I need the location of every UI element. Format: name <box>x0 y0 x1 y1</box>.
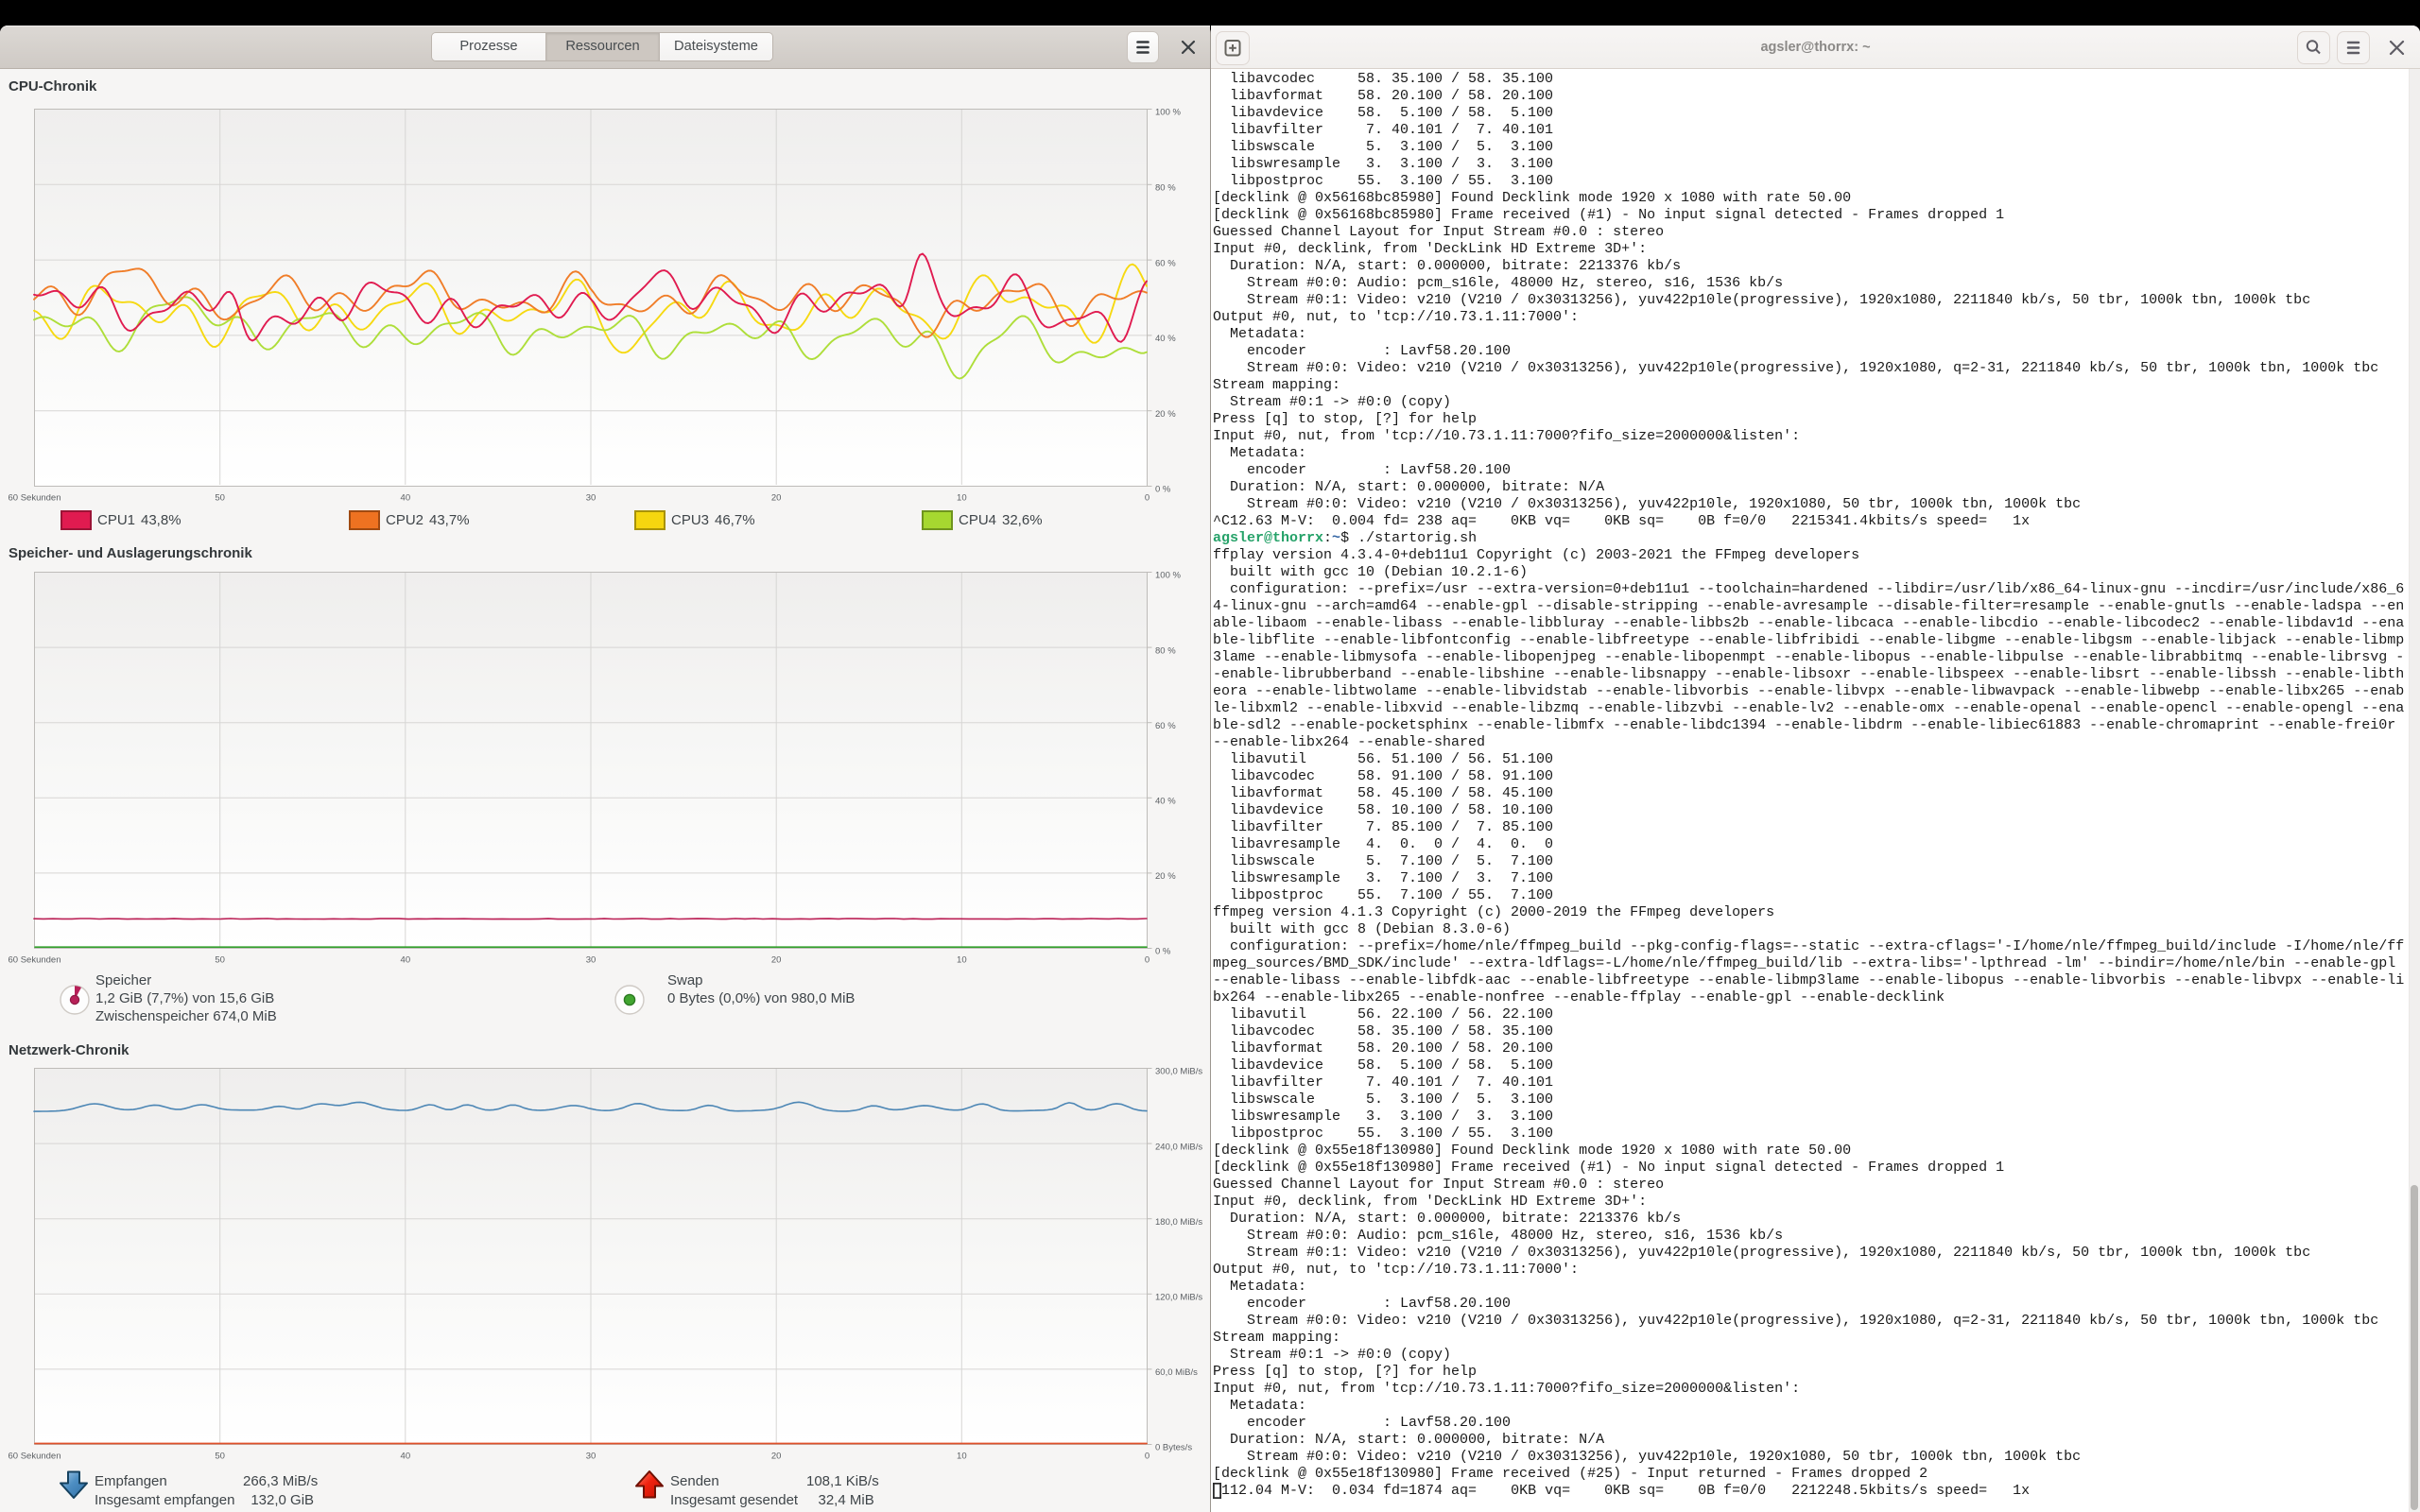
svg-text:60,0 MiB/s: 60,0 MiB/s <box>1155 1367 1198 1378</box>
svg-text:20 %: 20 % <box>1155 409 1176 420</box>
svg-text:20: 20 <box>771 955 782 966</box>
svg-text:0: 0 <box>1145 955 1150 966</box>
svg-text:300,0 MiB/s: 300,0 MiB/s <box>1155 1068 1202 1077</box>
svg-text:80 %: 80 % <box>1155 183 1176 194</box>
svg-text:50: 50 <box>215 955 225 966</box>
svg-text:120,0 MiB/s: 120,0 MiB/s <box>1155 1293 1202 1303</box>
svg-text:60 %: 60 % <box>1155 721 1176 731</box>
svg-text:0 %: 0 % <box>1155 947 1171 957</box>
svg-text:30: 30 <box>586 1452 596 1462</box>
svg-text:0: 0 <box>1145 1452 1150 1462</box>
svg-text:60 %: 60 % <box>1155 258 1176 268</box>
svg-text:60 Sekunden: 60 Sekunden <box>9 493 61 504</box>
svg-text:40: 40 <box>401 955 411 966</box>
svg-text:20 %: 20 % <box>1155 871 1176 882</box>
svg-text:10: 10 <box>957 493 967 504</box>
svg-text:30: 30 <box>586 493 596 504</box>
svg-text:0: 0 <box>1145 493 1150 504</box>
svg-text:40: 40 <box>401 1452 411 1462</box>
svg-text:10: 10 <box>957 955 967 966</box>
svg-text:100 %: 100 % <box>1155 109 1181 118</box>
svg-text:100 %: 100 % <box>1155 572 1181 581</box>
svg-text:10: 10 <box>957 1452 967 1462</box>
svg-text:0 Bytes/s: 0 Bytes/s <box>1155 1443 1192 1453</box>
svg-text:20: 20 <box>771 493 782 504</box>
svg-text:0 %: 0 % <box>1155 485 1171 495</box>
svg-text:30: 30 <box>586 955 596 966</box>
svg-text:80 %: 80 % <box>1155 645 1176 656</box>
svg-text:40: 40 <box>401 493 411 504</box>
svg-text:60 Sekunden: 60 Sekunden <box>9 955 61 966</box>
svg-text:40 %: 40 % <box>1155 334 1176 344</box>
svg-text:50: 50 <box>215 493 225 504</box>
svg-text:40 %: 40 % <box>1155 797 1176 807</box>
svg-text:20: 20 <box>771 1452 782 1462</box>
svg-text:240,0 MiB/s: 240,0 MiB/s <box>1155 1142 1202 1152</box>
svg-text:180,0 MiB/s: 180,0 MiB/s <box>1155 1217 1202 1228</box>
svg-text:60 Sekunden: 60 Sekunden <box>9 1452 61 1462</box>
svg-text:50: 50 <box>215 1452 225 1462</box>
